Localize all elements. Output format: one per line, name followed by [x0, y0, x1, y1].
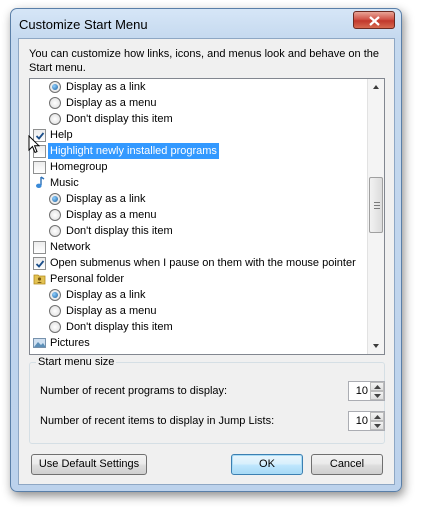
recent-items-value[interactable]: 10: [356, 415, 368, 427]
title-bar[interactable]: Customize Start Menu: [11, 9, 401, 37]
list-item-label: Don't display this item: [66, 113, 173, 125]
radio-button[interactable]: [49, 209, 61, 221]
pictures-icon: [33, 336, 46, 349]
list-item-label: Open submenus when I pause on them with …: [50, 257, 356, 269]
recent-programs-spinner[interactable]: 10: [348, 381, 385, 401]
list-item-label: Help: [50, 129, 73, 141]
list-item[interactable]: Display as a link: [30, 287, 369, 303]
list-item[interactable]: Don't display this item: [30, 223, 369, 239]
list-item[interactable]: Don't display this item: [30, 111, 369, 127]
chevron-up-icon: [373, 85, 379, 89]
checkbox[interactable]: [33, 161, 46, 174]
list-item-label: Display as a link: [66, 193, 146, 205]
dialog-body: You can customize how links, icons, and …: [18, 38, 395, 485]
grip-line: [374, 208, 380, 209]
spin-up-button[interactable]: [370, 382, 384, 391]
list-item-label: Display as a menu: [66, 209, 157, 221]
list-item[interactable]: Display as a link: [30, 191, 369, 207]
list-item: Personal folder: [30, 271, 369, 287]
list-item-label: Display as a menu: [66, 97, 157, 109]
radio-button[interactable]: [49, 81, 61, 93]
scroll-down-button[interactable]: [368, 337, 384, 354]
mouse-pointer-icon: [28, 135, 40, 154]
radio-button[interactable]: [49, 97, 61, 109]
chevron-down-icon: [373, 344, 379, 348]
checkmark-icon: [35, 260, 45, 268]
grip-line: [374, 205, 380, 206]
personal-folder-icon: [33, 272, 46, 285]
list-item-label: Music: [50, 177, 79, 189]
radio-button[interactable]: [49, 225, 61, 237]
checkbox[interactable]: [33, 241, 46, 254]
list-item-label: Pictures: [50, 337, 90, 349]
close-button[interactable]: [353, 11, 395, 29]
spin-down-button[interactable]: [370, 391, 384, 400]
chevron-up-icon: [374, 385, 381, 389]
list-item[interactable]: Display as a menu: [30, 207, 369, 223]
recent-programs-label: Number of recent programs to display:: [40, 385, 228, 397]
close-icon: [369, 16, 380, 26]
list-item[interactable]: Highlight newly installed programs: [30, 143, 369, 159]
customize-start-menu-dialog: Customize Start Menu You can customize h…: [10, 8, 402, 492]
recent-items-label: Number of recent items to display in Jum…: [40, 415, 275, 427]
radio-button[interactable]: [49, 289, 61, 301]
chevron-down-icon: [374, 394, 381, 398]
recent-items-spinner[interactable]: 10: [348, 411, 385, 431]
music-note-icon: [33, 176, 46, 189]
list-item-label: Highlight newly installed programs: [48, 143, 219, 159]
list-item-label: Display as a menu: [66, 305, 157, 317]
list-item[interactable]: Network: [30, 239, 369, 255]
start-menu-size-group: Start menu size Number of recent program…: [29, 356, 385, 444]
list-item-label: Don't display this item: [66, 321, 173, 333]
cancel-button[interactable]: Cancel: [311, 454, 383, 475]
radio-button[interactable]: [49, 113, 61, 125]
list-item[interactable]: Don't display this item: [30, 319, 369, 335]
options-listbox[interactable]: Display as a link Display as a menu Don't …: [29, 78, 385, 355]
grip-line: [374, 202, 380, 203]
list-item[interactable]: Homegroup: [30, 159, 369, 175]
list-item[interactable]: Display as a link: [30, 79, 369, 95]
options-list: Display as a link Display as a menu Don't …: [30, 79, 369, 351]
chevron-down-icon: [374, 424, 381, 428]
spin-down-button[interactable]: [370, 421, 384, 430]
description-text: You can customize how links, icons, and …: [29, 48, 379, 74]
scroll-thumb[interactable]: [369, 177, 383, 233]
use-default-settings-button[interactable]: Use Default Settings: [31, 454, 147, 475]
radio-button[interactable]: [49, 321, 61, 333]
chevron-up-icon: [374, 415, 381, 419]
list-item-label: Display as a link: [66, 289, 146, 301]
scroll-up-button[interactable]: [368, 79, 384, 96]
recent-programs-value[interactable]: 10: [356, 385, 368, 397]
list-item-label: Personal folder: [50, 273, 124, 285]
list-item: Music: [30, 175, 369, 191]
list-item-label: Network: [50, 241, 91, 253]
list-item: Pictures: [30, 335, 369, 351]
list-item-label: Homegroup: [50, 161, 108, 173]
ok-button[interactable]: OK: [231, 454, 303, 475]
window-title: Customize Start Menu: [19, 17, 148, 32]
group-title: Start menu size: [36, 356, 117, 368]
list-item[interactable]: Help: [30, 127, 369, 143]
list-item[interactable]: Display as a menu: [30, 303, 369, 319]
checkbox[interactable]: [33, 257, 46, 270]
list-item[interactable]: Display as a menu: [30, 95, 369, 111]
list-item-label: Display as a link: [66, 81, 146, 93]
spin-up-button[interactable]: [370, 412, 384, 421]
list-item-label: Don't display this item: [66, 225, 173, 237]
list-item[interactable]: Open submenus when I pause on them with …: [30, 255, 369, 271]
vertical-scrollbar[interactable]: [367, 79, 384, 354]
radio-button[interactable]: [49, 305, 61, 317]
radio-button[interactable]: [49, 193, 61, 205]
